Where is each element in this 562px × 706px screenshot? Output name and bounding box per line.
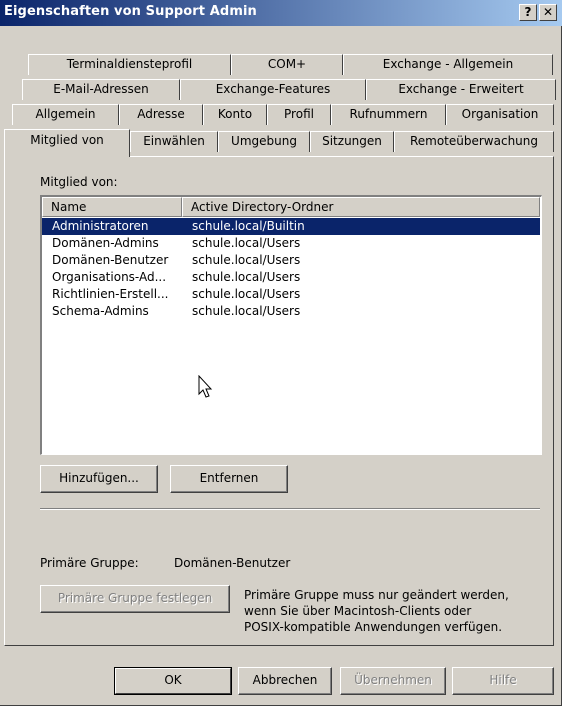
remove-button-label: Entfernen	[199, 471, 259, 485]
properties-dialog: Eigenschaften von Support Admin ? ✕ Term…	[0, 0, 562, 706]
list-item[interactable]: Administratoren schule.local/Builtin	[42, 218, 540, 235]
group-folder: schule.local/Users	[192, 270, 301, 284]
primary-group-note-line1: Primäre Gruppe muss nur geändert werden,	[244, 588, 509, 602]
tab-email-adressen[interactable]: E-Mail-Adressen	[22, 79, 180, 100]
tab-einwaehlen[interactable]: Einwählen	[130, 131, 218, 152]
primary-group-note-line2: wenn Sie über Macintosh-Clients oder	[244, 604, 472, 618]
tab-adresse[interactable]: Adresse	[119, 104, 203, 125]
primary-group-value: Domänen-Benutzer	[174, 556, 291, 570]
column-header-name[interactable]: Name	[42, 197, 182, 217]
member-list[interactable]: Name Active Directory-Ordner Administrat…	[40, 195, 542, 455]
tab-exchange-features[interactable]: Exchange-Features	[180, 79, 366, 100]
apply-button-label: Übernehmen	[354, 673, 432, 687]
group-name: Organisations-Ad...	[52, 270, 167, 284]
add-button[interactable]: Hinzufügen...	[40, 465, 158, 493]
ok-button-label: OK	[164, 673, 182, 687]
tab-umgebung[interactable]: Umgebung	[218, 131, 310, 152]
tab-allgemein[interactable]: Allgemein	[12, 104, 119, 125]
group-name: Richtlinien-Erstell...	[52, 287, 169, 301]
member-of-label: Mitglied von:	[40, 175, 118, 189]
list-item[interactable]: Domänen-Admins schule.local/Users	[42, 235, 540, 252]
tab-organisation[interactable]: Organisation	[446, 104, 554, 125]
help-button[interactable]: Hilfe	[452, 667, 554, 695]
title-bar: Eigenschaften von Support Admin ? ✕	[0, 0, 562, 26]
list-item[interactable]: Richtlinien-Erstell... schule.local/User…	[42, 286, 540, 303]
mouse-cursor-icon	[198, 375, 213, 398]
list-item[interactable]: Schema-Admins schule.local/Users	[42, 303, 540, 320]
tab-mitglied-von[interactable]: Mitglied von	[4, 129, 130, 157]
group-folder: schule.local/Users	[192, 287, 301, 301]
tab-konto[interactable]: Konto	[203, 104, 267, 125]
cancel-button[interactable]: Abbrechen	[238, 667, 332, 695]
group-folder: schule.local/Users	[192, 253, 301, 267]
group-name: Domänen-Benutzer	[52, 253, 169, 267]
tab-com-plus[interactable]: COM+	[231, 54, 343, 75]
primary-group-note-line3: POSIX-kompatible Anwendungen verfügen.	[244, 620, 503, 634]
cancel-button-label: Abbrechen	[252, 673, 318, 687]
group-folder: schule.local/Users	[192, 304, 301, 318]
ok-button[interactable]: OK	[114, 667, 232, 695]
tab-exchange-erweitert[interactable]: Exchange - Erweitert	[366, 79, 556, 100]
primary-group-label: Primäre Gruppe:	[40, 556, 139, 570]
set-primary-group-button[interactable]: Primäre Gruppe festlegen	[40, 585, 230, 613]
group-folder: schule.local/Builtin	[192, 219, 305, 233]
apply-button[interactable]: Übernehmen	[340, 667, 446, 695]
close-button[interactable]: ✕	[539, 4, 557, 21]
list-item[interactable]: Organisations-Ad... schule.local/Users	[42, 269, 540, 286]
list-item[interactable]: Domänen-Benutzer schule.local/Users	[42, 252, 540, 269]
group-name: Domänen-Admins	[52, 236, 159, 250]
help-title-button[interactable]: ?	[519, 4, 537, 21]
group-name: Schema-Admins	[52, 304, 149, 318]
tab-exchange-allgemein[interactable]: Exchange - Allgemein	[343, 54, 553, 75]
remove-button[interactable]: Entfernen	[170, 465, 288, 493]
group-name: Administratoren	[52, 219, 149, 233]
section-divider	[40, 508, 540, 510]
tab-terminaldiensteprofil[interactable]: Terminaldiensteprofil	[28, 54, 231, 75]
help-button-label: Hilfe	[489, 673, 517, 687]
set-primary-group-label: Primäre Gruppe festlegen	[57, 591, 213, 605]
list-header: Name Active Directory-Ordner	[42, 197, 540, 217]
tab-remoteueberwachung[interactable]: Remoteüberwachung	[394, 131, 554, 152]
window-title: Eigenschaften von Support Admin	[4, 4, 257, 19]
tab-sitzungen[interactable]: Sitzungen	[310, 131, 394, 152]
tab-rufnummern[interactable]: Rufnummern	[331, 104, 446, 125]
column-header-folder[interactable]: Active Directory-Ordner	[182, 197, 540, 217]
tab-profil[interactable]: Profil	[267, 104, 331, 125]
add-button-label: Hinzufügen...	[59, 471, 139, 485]
group-folder: schule.local/Users	[192, 236, 301, 250]
